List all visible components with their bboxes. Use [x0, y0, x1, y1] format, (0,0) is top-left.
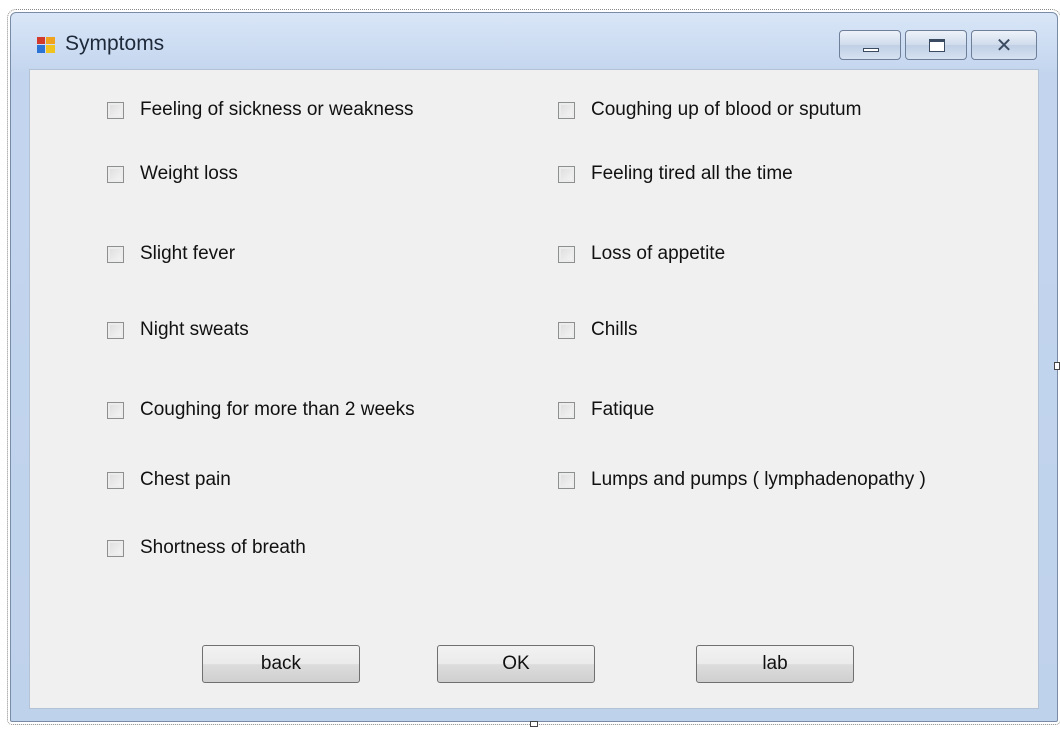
caption-buttons: ✕	[839, 30, 1037, 60]
close-button[interactable]: ✕	[971, 30, 1037, 60]
checkbox-box[interactable]	[558, 245, 575, 263]
checkbox-box[interactable]	[107, 245, 124, 263]
checkbox-label: Coughing up of blood or sputum	[591, 99, 862, 120]
checkbox-slight-fever[interactable]: Slight fever	[107, 243, 235, 265]
maximize-icon	[929, 39, 945, 52]
checkbox-box[interactable]	[558, 471, 575, 489]
checkbox-box[interactable]	[558, 165, 575, 183]
client-area: Feeling of sickness or weakness Weight l…	[29, 69, 1039, 709]
checkbox-label: Shortness of breath	[140, 537, 306, 558]
checkbox-shortness-of-breath[interactable]: Shortness of breath	[107, 537, 306, 559]
minimize-button[interactable]	[839, 30, 901, 60]
checkbox-box[interactable]	[107, 165, 124, 183]
checkbox-label: Slight fever	[140, 243, 236, 264]
lab-button[interactable]: lab	[696, 645, 854, 683]
checkbox-label: Coughing for more than 2 weeks	[140, 399, 415, 420]
checkbox-night-sweats[interactable]: Night sweats	[107, 319, 249, 341]
checkbox-box[interactable]	[558, 401, 575, 419]
checkbox-feeling-tired[interactable]: Feeling tired all the time	[558, 163, 793, 185]
checkbox-label: Chest pain	[140, 469, 231, 490]
checkbox-box[interactable]	[558, 101, 575, 119]
checkbox-fatique[interactable]: Fatique	[558, 399, 654, 421]
app-icon[interactable]	[37, 37, 55, 53]
checkbox-chills[interactable]: Chills	[558, 319, 637, 341]
checkbox-loss-of-appetite[interactable]: Loss of appetite	[558, 243, 725, 265]
minimize-icon	[863, 48, 879, 52]
checkbox-weight-loss[interactable]: Weight loss	[107, 163, 238, 185]
checkbox-chest-pain[interactable]: Chest pain	[107, 469, 231, 491]
checkbox-label: Lumps and pumps ( lymphadenopathy )	[591, 469, 926, 490]
checkbox-label: Weight loss	[140, 163, 238, 184]
checkbox-label: Chills	[591, 319, 638, 340]
close-icon: ✕	[995, 33, 1013, 57]
checkbox-box[interactable]	[558, 321, 575, 339]
checkbox-lumps-and-pumps[interactable]: Lumps and pumps ( lymphadenopathy )	[558, 469, 926, 491]
checkbox-coughing-2-weeks[interactable]: Coughing for more than 2 weeks	[107, 399, 415, 421]
checkbox-coughing-blood[interactable]: Coughing up of blood or sputum	[558, 99, 861, 121]
checkbox-label: Fatique	[591, 399, 655, 420]
checkbox-box[interactable]	[107, 101, 124, 119]
ok-button[interactable]: OK	[437, 645, 595, 683]
checkbox-box[interactable]	[107, 401, 124, 419]
checkbox-label: Feeling of sickness or weakness	[140, 99, 414, 120]
checkbox-label: Feeling tired all the time	[591, 163, 793, 184]
resize-handle-right[interactable]	[1054, 362, 1060, 370]
checkbox-box[interactable]	[107, 321, 124, 339]
checkbox-box[interactable]	[107, 539, 124, 557]
checkbox-label: Night sweats	[140, 319, 249, 340]
back-button[interactable]: back	[202, 645, 360, 683]
window-title: Symptoms	[65, 32, 165, 55]
checkbox-box[interactable]	[107, 471, 124, 489]
title-bar[interactable]: Symptoms ✕	[11, 13, 1057, 69]
checkbox-label: Loss of appetite	[591, 243, 726, 264]
resize-handle-bottom[interactable]	[530, 721, 538, 727]
maximize-button[interactable]	[905, 30, 967, 60]
symptoms-window: Symptoms ✕ Feeling of sickness or weakne…	[7, 9, 1060, 725]
checkbox-feeling-of-sickness[interactable]: Feeling of sickness or weakness	[107, 99, 414, 121]
